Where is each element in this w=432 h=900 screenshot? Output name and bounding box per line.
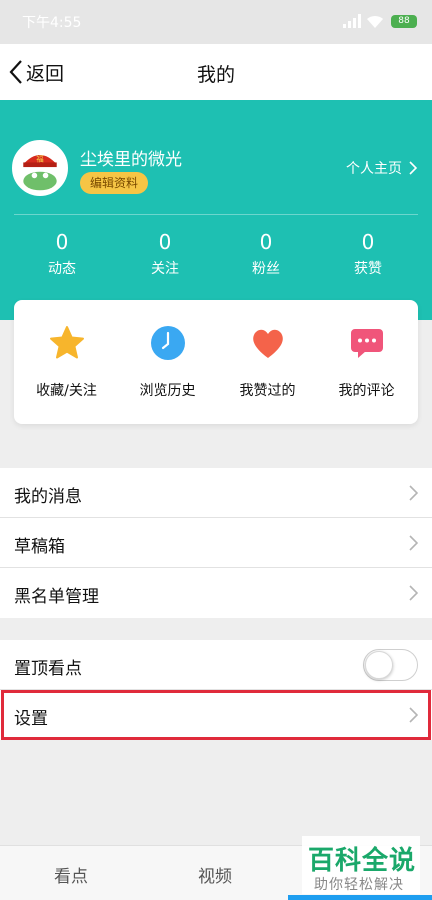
tab-kandian[interactable]: 看点 [54,862,88,887]
shortcut-card: 收藏/关注 浏览历史 我赞过的 我的评论 [14,300,418,424]
edit-profile-button[interactable]: 编辑资料 [80,172,149,194]
menu-label: 草稿箱 [14,537,65,557]
tab-video[interactable]: 视频 [198,862,232,887]
watermark-title: 百科全说 [308,846,417,876]
chevron-right-icon [409,485,418,501]
pin-topic-toggle[interactable] [363,649,418,681]
avatar-image: 福 [23,155,57,191]
shortcut-label: 浏览历史 [139,383,196,399]
stat-value: 0 [158,230,172,254]
shortcut-favorites[interactable]: 收藏/关注 [16,324,117,400]
stat-label: 获赞 [354,261,382,277]
menu-label: 黑名单管理 [14,587,99,607]
shortcut-comments[interactable]: 我的评论 [316,324,417,400]
stat-value: 0 [259,230,273,254]
star-icon [49,326,84,359]
shortcut-history[interactable]: 浏览历史 [117,324,218,400]
menu-label: 我的消息 [14,487,82,507]
chevron-right-icon [409,535,418,551]
menu-item-messages[interactable]: 我的消息 [0,468,432,518]
status-bar: 下午4:55 88 [0,0,432,44]
chevron-right-icon [409,161,418,175]
menu-item-blacklist[interactable]: 黑名单管理 [0,568,432,618]
stat-value: 0 [361,230,375,254]
shortcut-label: 我的评论 [338,383,395,399]
heart-icon [252,329,283,358]
watermark: 百科全说 助你轻松解决 [302,836,420,894]
avatar[interactable]: 福 [12,140,68,196]
comment-icon [350,329,383,358]
stat-likes[interactable]: 0 获赞 [314,230,422,278]
menu-item-pin-topic: 置顶看点 [0,640,432,690]
menu-group-settings: 置顶看点 设置 [0,640,432,740]
stat-label: 动态 [48,261,76,277]
tab-indicator [288,895,432,900]
chevron-right-icon [409,707,418,723]
menu-label: 设置 [14,709,48,729]
shortcut-liked[interactable]: 我赞过的 [217,324,318,400]
page-title: 我的 [196,64,235,86]
stat-posts[interactable]: 0 动态 [8,230,116,278]
profile-header: 福 尘埃里的微光 编辑资料 个人主页 0 动态 0 关注 0 粉丝 0 获赞 [0,100,432,320]
stat-label: 粉丝 [252,261,280,277]
username: 尘埃里的微光 [80,150,182,170]
shortcut-label: 我赞过的 [239,383,296,399]
svg-text:福: 福 [36,155,43,164]
personal-homepage-link[interactable]: 个人主页 [346,158,418,178]
stat-fans[interactable]: 0 粉丝 [212,230,320,278]
battery-indicator: 88 [391,15,417,28]
menu-item-settings[interactable]: 设置 [0,690,432,740]
wifi-icon [367,15,383,28]
nav-bar: 返回 我的 [0,44,432,100]
menu-label: 置顶看点 [14,659,82,679]
stat-label: 关注 [151,261,179,277]
stat-following[interactable]: 0 关注 [111,230,219,278]
shortcut-label: 收藏/关注 [36,383,97,399]
watermark-subtitle: 助你轻松解决 [314,877,404,893]
header-divider [14,214,418,215]
menu-item-drafts[interactable]: 草稿箱 [0,518,432,568]
homepage-label: 个人主页 [346,161,402,177]
status-time: 下午4:55 [22,15,82,31]
stat-value: 0 [55,230,69,254]
toggle-knob [365,651,393,679]
menu-group-account: 我的消息 草稿箱 黑名单管理 [0,468,432,618]
signal-icon [343,14,361,28]
chevron-right-icon [409,585,418,601]
clock-icon [150,326,185,360]
